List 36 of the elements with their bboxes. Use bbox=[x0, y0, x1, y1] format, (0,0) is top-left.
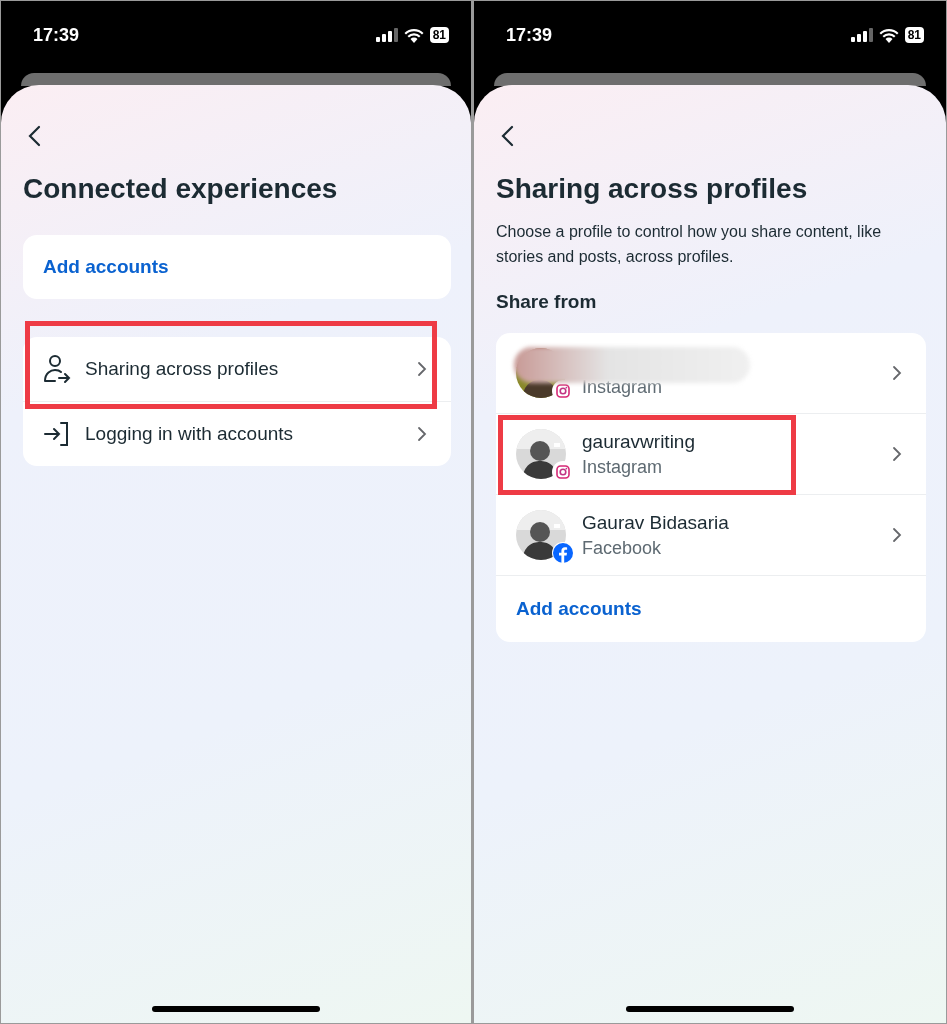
status-time: 17:39 bbox=[33, 25, 80, 46]
back-icon[interactable] bbox=[27, 125, 41, 147]
signal-icon bbox=[375, 28, 398, 42]
battery-level: 81 bbox=[904, 27, 924, 43]
chevron-icon bbox=[417, 426, 427, 442]
person-arrow-icon bbox=[43, 354, 71, 384]
status-time: 17:39 bbox=[506, 25, 553, 46]
platform-label: Facebook bbox=[582, 537, 663, 559]
menu-item[interactable]: Logging in with accounts bbox=[23, 401, 451, 466]
signal-icon bbox=[850, 28, 873, 42]
login-arrow-icon bbox=[43, 421, 71, 447]
profile-item[interactable]: Instagram bbox=[496, 333, 926, 414]
platform-label: Instagram bbox=[582, 456, 664, 478]
wifi-icon bbox=[878, 27, 899, 43]
chevron-icon bbox=[892, 446, 902, 462]
profile-item[interactable]: gauravwriting Instagram bbox=[496, 414, 926, 495]
description: Choose a profile to control how you share content, like stories and posts, across profiles. bbox=[496, 222, 883, 267]
page-title: Connected experiences bbox=[23, 173, 339, 205]
platform-label: Instagram bbox=[582, 376, 664, 398]
profile-name: Gaurav Bidasaria bbox=[582, 511, 730, 534]
chevron-icon bbox=[892, 365, 902, 381]
back-icon[interactable] bbox=[500, 125, 514, 147]
section-heading: Share from bbox=[496, 291, 598, 313]
menu-item[interactable]: Sharing across profiles bbox=[23, 337, 451, 401]
wifi-icon bbox=[403, 27, 424, 43]
camera-icon bbox=[556, 384, 570, 398]
chevron-icon bbox=[892, 527, 902, 543]
page-title: Sharing across profiles bbox=[496, 173, 809, 205]
facebook-icon bbox=[553, 543, 573, 563]
battery-level: 81 bbox=[429, 27, 449, 43]
chevron-icon bbox=[417, 361, 427, 377]
profile-item[interactable]: Gaurav Bidasaria Facebook bbox=[496, 495, 926, 576]
add-accounts-link[interactable]: Add accounts bbox=[43, 256, 169, 278]
profile-name: gauravwriting bbox=[582, 430, 696, 453]
add-accounts-link[interactable]: Add accounts bbox=[516, 598, 642, 620]
camera-icon bbox=[556, 465, 570, 479]
